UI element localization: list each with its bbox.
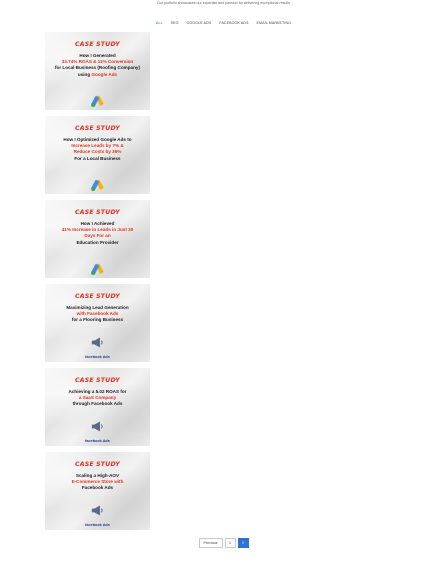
case-study-label: CASE STUDY — [74, 293, 120, 300]
case-study-card[interactable]: CASE STUDY How I Achieved 41% Increase i… — [45, 200, 150, 278]
previous-page-button[interactable]: Previous — [198, 538, 223, 548]
page-1-button[interactable]: 1 — [224, 538, 236, 548]
case-study-title: How I Achieved 41% Increase in Leads in … — [45, 221, 150, 246]
portfolio-filter-bar: ALL SEO GOOGLE ADS FACEBOOK ADS EMAIL MA… — [0, 21, 447, 25]
megaphone-icon — [91, 505, 103, 516]
google-ads-icon — [91, 95, 104, 107]
case-study-card[interactable]: CASE STUDY Maximizing Lead Generation wi… — [45, 284, 150, 362]
page-2-button[interactable]: 2 — [237, 538, 249, 548]
title-line: Education Provider — [76, 239, 119, 245]
filter-seo[interactable]: SEO — [170, 21, 180, 25]
case-study-title: Scaling a High-AOV E-Commerce Store with… — [45, 473, 150, 492]
case-study-label: CASE STUDY — [74, 377, 120, 384]
title-line: through Facebook Ads — [72, 401, 123, 407]
case-study-card[interactable]: CASE STUDY Achieving a 5.02 ROAS for a S… — [45, 368, 150, 446]
google-ads-icon — [91, 179, 104, 191]
case-study-title: Maximizing Lead Generation with Facebook… — [45, 305, 150, 324]
case-study-card[interactable]: CASE STUDY Scaling a High-AOV E-Commerce… — [45, 452, 150, 530]
title-line: For a Local Business — [74, 155, 121, 161]
facebook-ads-label: facebook Ads — [85, 354, 110, 359]
case-study-label: CASE STUDY — [74, 209, 120, 216]
title-line: for a Flooring Business — [71, 317, 124, 323]
title-highlight: Google Ads — [91, 71, 118, 77]
google-ads-icon — [91, 263, 104, 275]
title-line: using — [77, 71, 91, 77]
facebook-ads-label: facebook Ads — [85, 522, 110, 527]
case-study-title: How I Optimized Google Ads to Increase L… — [45, 137, 150, 162]
filter-facebook-ads[interactable]: FACEBOOK ADS — [218, 21, 249, 25]
filter-google-ads[interactable]: GOOGLE ADS — [186, 21, 213, 25]
case-study-label: CASE STUDY — [74, 461, 120, 468]
megaphone-icon — [91, 421, 103, 432]
title-line: Facebook Ads — [81, 485, 114, 491]
megaphone-icon — [91, 337, 103, 348]
case-study-card[interactable]: CASE STUDY How I Optimized Google Ads to… — [45, 116, 150, 194]
facebook-ads-label: facebook Ads — [85, 438, 110, 443]
case-study-card[interactable]: CASE STUDY How I Generated 33.74% ROAS &… — [45, 32, 150, 110]
filter-all[interactable]: ALL — [155, 21, 164, 25]
filter-email-marketing[interactable]: EMAIL MARKETING — [256, 21, 293, 25]
case-study-label: CASE STUDY — [74, 125, 120, 132]
case-study-title: Achieving a 5.02 ROAS for a SaaS Company… — [45, 389, 150, 408]
portfolio-tagline: Our portfolio showcases our expertise an… — [156, 1, 291, 5]
case-study-label: CASE STUDY — [74, 41, 120, 48]
pagination: Previous 1 2 — [0, 538, 447, 548]
case-study-title: How I Generated 33.74% ROAS & 11% Conver… — [45, 53, 150, 78]
